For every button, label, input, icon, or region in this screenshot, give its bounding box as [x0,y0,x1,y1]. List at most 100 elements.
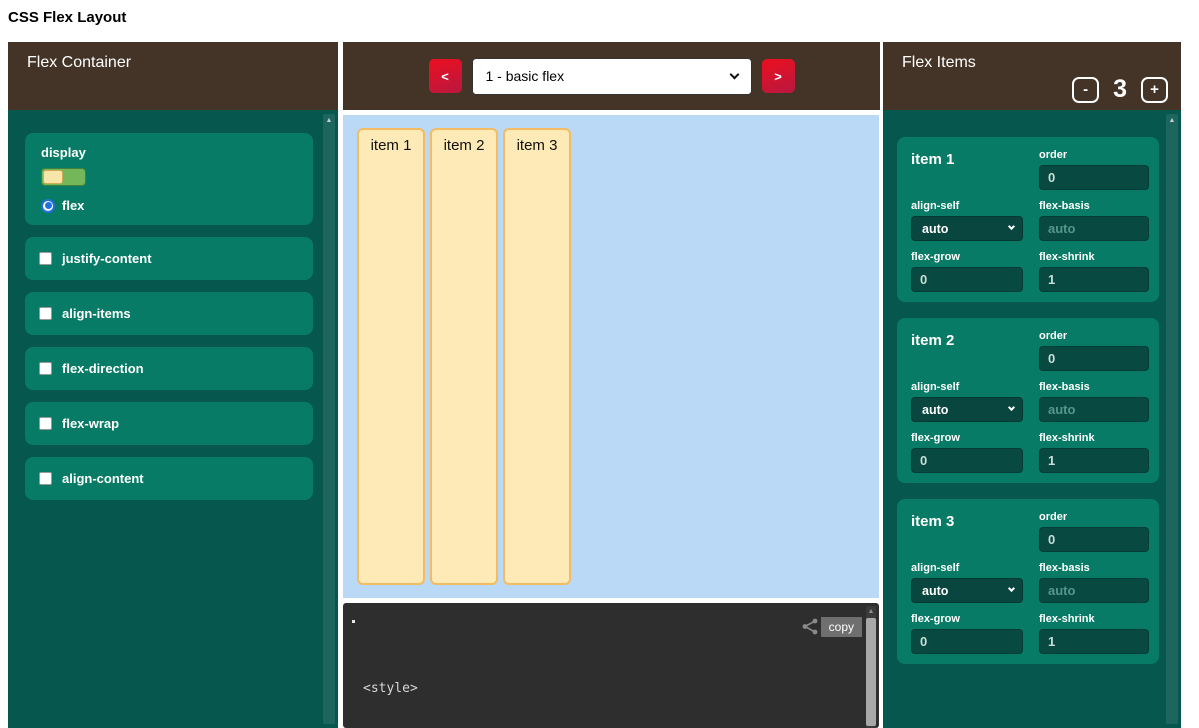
flex-direction-label: flex-direction [62,361,144,376]
order-input[interactable] [1039,527,1149,552]
item-2-align-self-field: align-self auto [911,381,1023,422]
preview-item-2: item 2 [430,128,498,585]
flex-basis-label: flex-basis [1039,381,1149,393]
flex-grow-input[interactable] [911,629,1023,654]
display-toggle[interactable] [41,168,86,186]
scroll-up-icon[interactable]: ▲ [323,117,335,125]
item-2-order-field: order [1039,330,1149,371]
item-2-card: item 2 order align-self auto flex-basis [897,318,1159,483]
align-self-label: align-self [911,381,1023,393]
add-item-button[interactable]: + [1141,77,1168,103]
left-panel-scrollbar[interactable]: ▲ [323,114,335,724]
item-1-flex-shrink-field: flex-shrink [1039,251,1149,292]
flex-wrap-checkbox[interactable] [39,417,52,430]
next-scenario-button[interactable]: > [762,59,795,93]
flex-preview-container: item 1 item 2 item 3 [343,115,879,598]
item-3-order-field: order [1039,511,1149,552]
radio-selected-icon[interactable] [41,199,55,213]
property-card-flex-direction: flex-direction [25,347,313,390]
scenario-select-wrap: 1 - basic flex [472,58,752,95]
align-content-checkbox[interactable] [39,472,52,485]
code-block: <style> .flex-container { display: flex; [363,641,512,728]
flex-container-panel-header: Flex Container [8,42,338,110]
flex-container-panel-title: Flex Container [27,54,131,71]
scroll-up-icon[interactable]: ▲ [866,606,876,617]
remove-item-button[interactable]: - [1072,77,1099,103]
item-1-card: item 1 order align-self auto flex-basis [897,137,1159,302]
display-flex-radio-row[interactable]: flex [41,198,297,213]
align-self-select-wrap: auto [911,397,1023,422]
flex-shrink-label: flex-shrink [1039,613,1149,625]
property-card-align-content: align-content [25,457,313,500]
flex-shrink-input[interactable] [1039,629,1149,654]
item-3-name: item 3 [911,511,1023,552]
flex-direction-checkbox[interactable] [39,362,52,375]
item-1-flex-grow-field: flex-grow [911,251,1023,292]
flex-grow-label: flex-grow [911,251,1023,263]
flex-shrink-input[interactable] [1039,448,1149,473]
flex-basis-input[interactable] [1039,578,1149,603]
code-panel: copy <style> .flex-container { display: … [343,603,879,728]
flex-shrink-input[interactable] [1039,267,1149,292]
display-flex-radio-label: flex [62,198,84,213]
align-self-select[interactable]: auto [911,578,1023,603]
item-2-name: item 2 [911,330,1023,371]
page-title: CSS Flex Layout [8,9,126,26]
item-counter: - 3 + [1072,75,1168,104]
order-label: order [1039,511,1149,523]
prev-scenario-button[interactable]: < [429,59,462,93]
flex-basis-label: flex-basis [1039,200,1149,212]
flex-items-panel-body: item 1 order align-self auto flex-basis [883,110,1181,728]
preview-item-3: item 3 [503,128,571,585]
item-count-value: 3 [1113,75,1127,104]
radio-dot-icon [45,202,52,209]
code-scrollbar[interactable]: ▲ [866,606,876,728]
property-card-justify-content: justify-content [25,237,313,280]
item-1-order-field: order [1039,149,1149,190]
item-1-align-self-field: align-self auto [911,200,1023,241]
flex-basis-input[interactable] [1039,216,1149,241]
page: CSS Flex Layout Flex Container display f… [0,0,1199,728]
flex-shrink-label: flex-shrink [1039,251,1149,263]
flex-wrap-label: flex-wrap [62,416,119,431]
property-card-align-items: align-items [25,292,313,335]
item-3-flex-basis-field: flex-basis [1039,562,1149,603]
align-content-label: align-content [62,471,144,486]
order-input[interactable] [1039,346,1149,371]
order-input[interactable] [1039,165,1149,190]
scenario-select[interactable]: 1 - basic flex [472,58,752,95]
scrollbar-thumb[interactable] [866,618,876,726]
align-items-checkbox[interactable] [39,307,52,320]
right-panel-scrollbar[interactable]: ▲ [1166,114,1178,724]
copy-button[interactable]: copy [821,617,862,637]
flex-items-panel-title: Flex Items [902,54,976,71]
flex-items-panel-header: Flex Items - 3 + [883,42,1181,110]
align-self-label: align-self [911,562,1023,574]
code-line-1: <style> [363,679,512,698]
align-self-select[interactable]: auto [911,397,1023,422]
flex-items-panel: Flex Items - 3 + item 1 order align-self [883,42,1181,728]
share-icon[interactable] [801,618,819,635]
flex-grow-label: flex-grow [911,613,1023,625]
flex-shrink-label: flex-shrink [1039,432,1149,444]
code-cursor-dot [352,620,355,623]
toggle-knob-icon [43,170,63,184]
item-2-flex-basis-field: flex-basis [1039,381,1149,422]
item-3-align-self-field: align-self auto [911,562,1023,603]
justify-content-checkbox[interactable] [39,252,52,265]
order-label: order [1039,330,1149,342]
align-self-select-wrap: auto [911,578,1023,603]
item-3-flex-shrink-field: flex-shrink [1039,613,1149,654]
property-card-flex-wrap: flex-wrap [25,402,313,445]
item-1-name: item 1 [911,149,1023,190]
item-2-flex-grow-field: flex-grow [911,432,1023,473]
display-label: display [41,145,297,160]
flex-container-panel-body: display flex justify-content align-items [8,110,338,728]
flex-grow-input[interactable] [911,448,1023,473]
scroll-up-icon[interactable]: ▲ [1166,117,1178,125]
align-self-select[interactable]: auto [911,216,1023,241]
flex-grow-input[interactable] [911,267,1023,292]
justify-content-label: justify-content [62,251,152,266]
flex-container-panel: Flex Container display flex justify-cont… [8,42,338,728]
flex-basis-input[interactable] [1039,397,1149,422]
